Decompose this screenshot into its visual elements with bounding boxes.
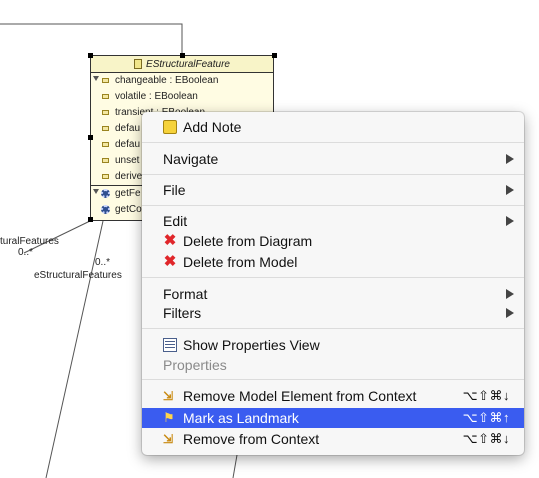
association-label-features-mid: eStructuralFeatures (34, 270, 122, 281)
menu-separator (142, 379, 524, 380)
attribute-label: unset (115, 155, 140, 166)
menu-label: Mark as Landmark (183, 410, 299, 426)
menu-label: File (163, 182, 186, 198)
menu-label: Navigate (163, 151, 219, 167)
menu-item-remove-from-context[interactable]: ⇲ Remove from Context ⌥⇧⌘↓ (142, 429, 524, 449)
menu-item-edit[interactable]: Edit (142, 211, 524, 231)
delete-x-icon: ✖ (163, 253, 177, 270)
menu-label: Delete from Diagram (183, 233, 313, 249)
attribute-label: defau (115, 123, 141, 134)
operation-icon (101, 205, 110, 214)
eclass-icon (134, 59, 143, 69)
menu-item-add-note[interactable]: Add Note (142, 117, 524, 137)
menu-shortcut: ⌥⇧⌘↑ (462, 410, 510, 425)
menu-separator (142, 277, 524, 278)
multiplicity-mid: 0..* (95, 257, 111, 268)
menu-shortcut: ⌥⇧⌘↓ (462, 431, 510, 446)
delete-x-icon: ✖ (163, 232, 177, 249)
operation-label: getFe (115, 188, 141, 199)
remove-context-icon: ⇲ (163, 432, 174, 446)
attribute-icon (102, 110, 109, 115)
menu-item-file[interactable]: File (142, 180, 524, 200)
menu-separator (142, 174, 524, 175)
menu-label: Remove Model Element from Context (183, 388, 417, 404)
submenu-arrow-icon (506, 216, 514, 226)
menu-label: Show Properties View (183, 337, 320, 353)
attribute-icon (102, 174, 109, 179)
submenu-arrow-icon (506, 289, 514, 299)
submenu-arrow-icon (506, 154, 514, 164)
attribute-icon (102, 158, 109, 163)
resize-handle-bottom-left[interactable] (88, 217, 93, 222)
resize-handle-top-center[interactable] (180, 53, 185, 58)
attribute-icon (102, 142, 109, 147)
menu-shortcut: ⌥⇧⌘↓ (462, 388, 510, 403)
eclass-name: EStructuralFeature (146, 58, 230, 70)
menu-item-remove-model-element[interactable]: ⇲ Remove Model Element from Context ⌥⇧⌘↓ (142, 386, 524, 406)
menu-item-filters[interactable]: Filters (142, 303, 524, 323)
connector-bottom (232, 454, 238, 478)
resize-handle-top-right[interactable] (272, 53, 277, 58)
menu-item-navigate[interactable]: Navigate (142, 149, 524, 169)
association-label-features-left: turalFeatures (0, 236, 59, 247)
menu-label: Remove from Context (183, 431, 320, 447)
menu-label: Edit (163, 213, 188, 229)
menu-item-format[interactable]: Format (142, 284, 524, 304)
attribute-icon (102, 126, 109, 131)
submenu-arrow-icon (506, 308, 514, 318)
connector-top (0, 23, 183, 55)
menu-item-show-properties-view[interactable]: Show Properties View (142, 335, 524, 355)
menu-label: Filters (163, 305, 202, 321)
resize-handle-top-left[interactable] (88, 53, 93, 58)
menu-item-delete-from-diagram[interactable]: ✖ Delete from Diagram (142, 231, 524, 251)
menu-separator (142, 142, 524, 143)
menu-separator (142, 205, 524, 206)
eclass-header: EStructuralFeature (91, 56, 273, 73)
attribute-row[interactable]: volatile : EBoolean (91, 89, 273, 105)
menu-label: Properties (163, 357, 227, 373)
multiplicity-left: 0..* (18, 247, 34, 258)
attribute-row[interactable]: changeable : EBoolean (91, 73, 273, 89)
context-menu: Add Note Navigate File Edit ✖ Delete fro… (142, 112, 524, 455)
menu-label: Format (163, 286, 208, 302)
resize-handle-middle-left[interactable] (88, 135, 93, 140)
attribute-icon (102, 94, 109, 99)
menu-item-delete-from-model[interactable]: ✖ Delete from Model (142, 252, 524, 272)
landmark-icon: ⚑ (163, 410, 175, 425)
attribute-label: derive (115, 171, 143, 182)
attribute-label: volatile : EBoolean (115, 91, 198, 102)
menu-item-mark-as-landmark[interactable]: ⚑ Mark as Landmark ⌥⇧⌘↑ (142, 408, 524, 428)
attribute-label: defau (115, 139, 141, 150)
operation-icon (101, 189, 110, 198)
menu-separator (142, 328, 524, 329)
submenu-arrow-icon (506, 185, 514, 195)
menu-label: Delete from Model (183, 254, 298, 270)
remove-context-icon: ⇲ (163, 389, 174, 403)
menu-item-properties: Properties (142, 355, 524, 375)
properties-view-icon (163, 338, 177, 352)
attribute-label: changeable : EBoolean (115, 75, 219, 86)
menu-label: Add Note (183, 119, 242, 135)
operation-label: getCo (115, 204, 142, 215)
attribute-icon (102, 78, 109, 83)
note-icon (163, 120, 177, 134)
